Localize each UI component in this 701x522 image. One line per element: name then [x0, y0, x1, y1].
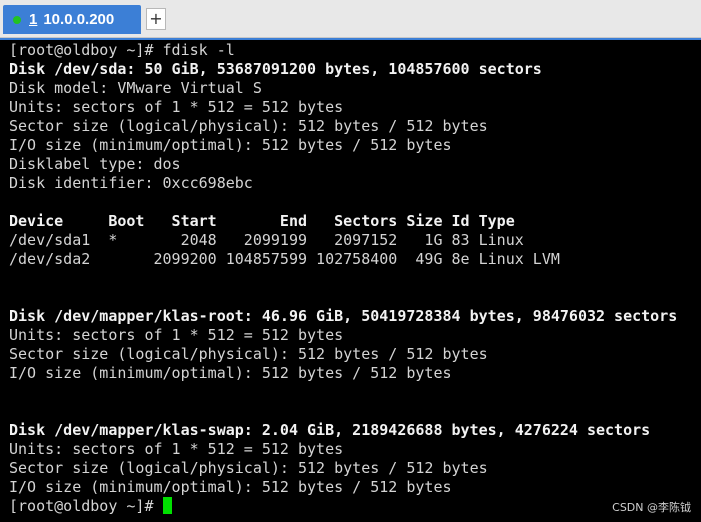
- terminal-line: Disklabel type: dos: [9, 155, 181, 173]
- terminal-line: Sector size (logical/physical): 512 byte…: [9, 117, 488, 135]
- terminal-line: [root@oldboy ~]# fdisk -l: [9, 41, 235, 59]
- terminal-cursor: [162, 497, 172, 514]
- terminal-line: I/O size (minimum/optimal): 512 bytes / …: [9, 478, 452, 496]
- terminal-line: /dev/sda2 2099200 104857599 102758400 49…: [9, 250, 560, 268]
- terminal-line: Sector size (logical/physical): 512 byte…: [9, 459, 488, 477]
- terminal-line: Disk /dev/sda: 50 GiB, 53687091200 bytes…: [9, 60, 542, 78]
- terminal-line: I/O size (minimum/optimal): 512 bytes / …: [9, 136, 452, 154]
- session-tab[interactable]: 1 10.0.0.200: [3, 5, 141, 34]
- terminal-line: Units: sectors of 1 * 512 = 512 bytes: [9, 326, 344, 344]
- terminal-prompt-line: [root@oldboy ~]#: [9, 497, 701, 516]
- terminal-prompt: [root@oldboy ~]#: [9, 497, 163, 515]
- terminal-line: I/O size (minimum/optimal): 512 bytes / …: [9, 364, 452, 382]
- terminal-line: Sector size (logical/physical): 512 byte…: [9, 345, 488, 363]
- watermark: CSDN @李陈钺: [612, 501, 691, 514]
- ssh-client-window: 1 10.0.0.200 + [root@oldboy ~]# fdisk -l…: [0, 0, 701, 522]
- terminal-line: Device Boot Start End Sectors Size Id Ty…: [9, 212, 515, 230]
- terminal-line: Units: sectors of 1 * 512 = 512 bytes: [9, 98, 344, 116]
- tab-bar: 1 10.0.0.200 +: [0, 0, 701, 38]
- session-tab-number: 1: [29, 11, 38, 28]
- terminal-line: Disk identifier: 0xcc698ebc: [9, 174, 253, 192]
- session-tab-label: 10.0.0.200: [43, 11, 115, 28]
- terminal-line: /dev/sda1 * 2048 2099199 2097152 1G 83 L…: [9, 231, 524, 249]
- terminal-line: Disk model: VMware Virtual S: [9, 79, 262, 97]
- terminal-line: Disk /dev/mapper/klas-swap: 2.04 GiB, 21…: [9, 421, 651, 439]
- new-tab-button[interactable]: +: [146, 8, 166, 30]
- connected-status-icon: [13, 15, 21, 24]
- terminal-output[interactable]: [root@oldboy ~]# fdisk -l Disk /dev/sda: …: [0, 40, 701, 522]
- terminal-line: Units: sectors of 1 * 512 = 512 bytes: [9, 440, 344, 458]
- terminal-line: Disk /dev/mapper/klas-root: 46.96 GiB, 5…: [9, 307, 678, 325]
